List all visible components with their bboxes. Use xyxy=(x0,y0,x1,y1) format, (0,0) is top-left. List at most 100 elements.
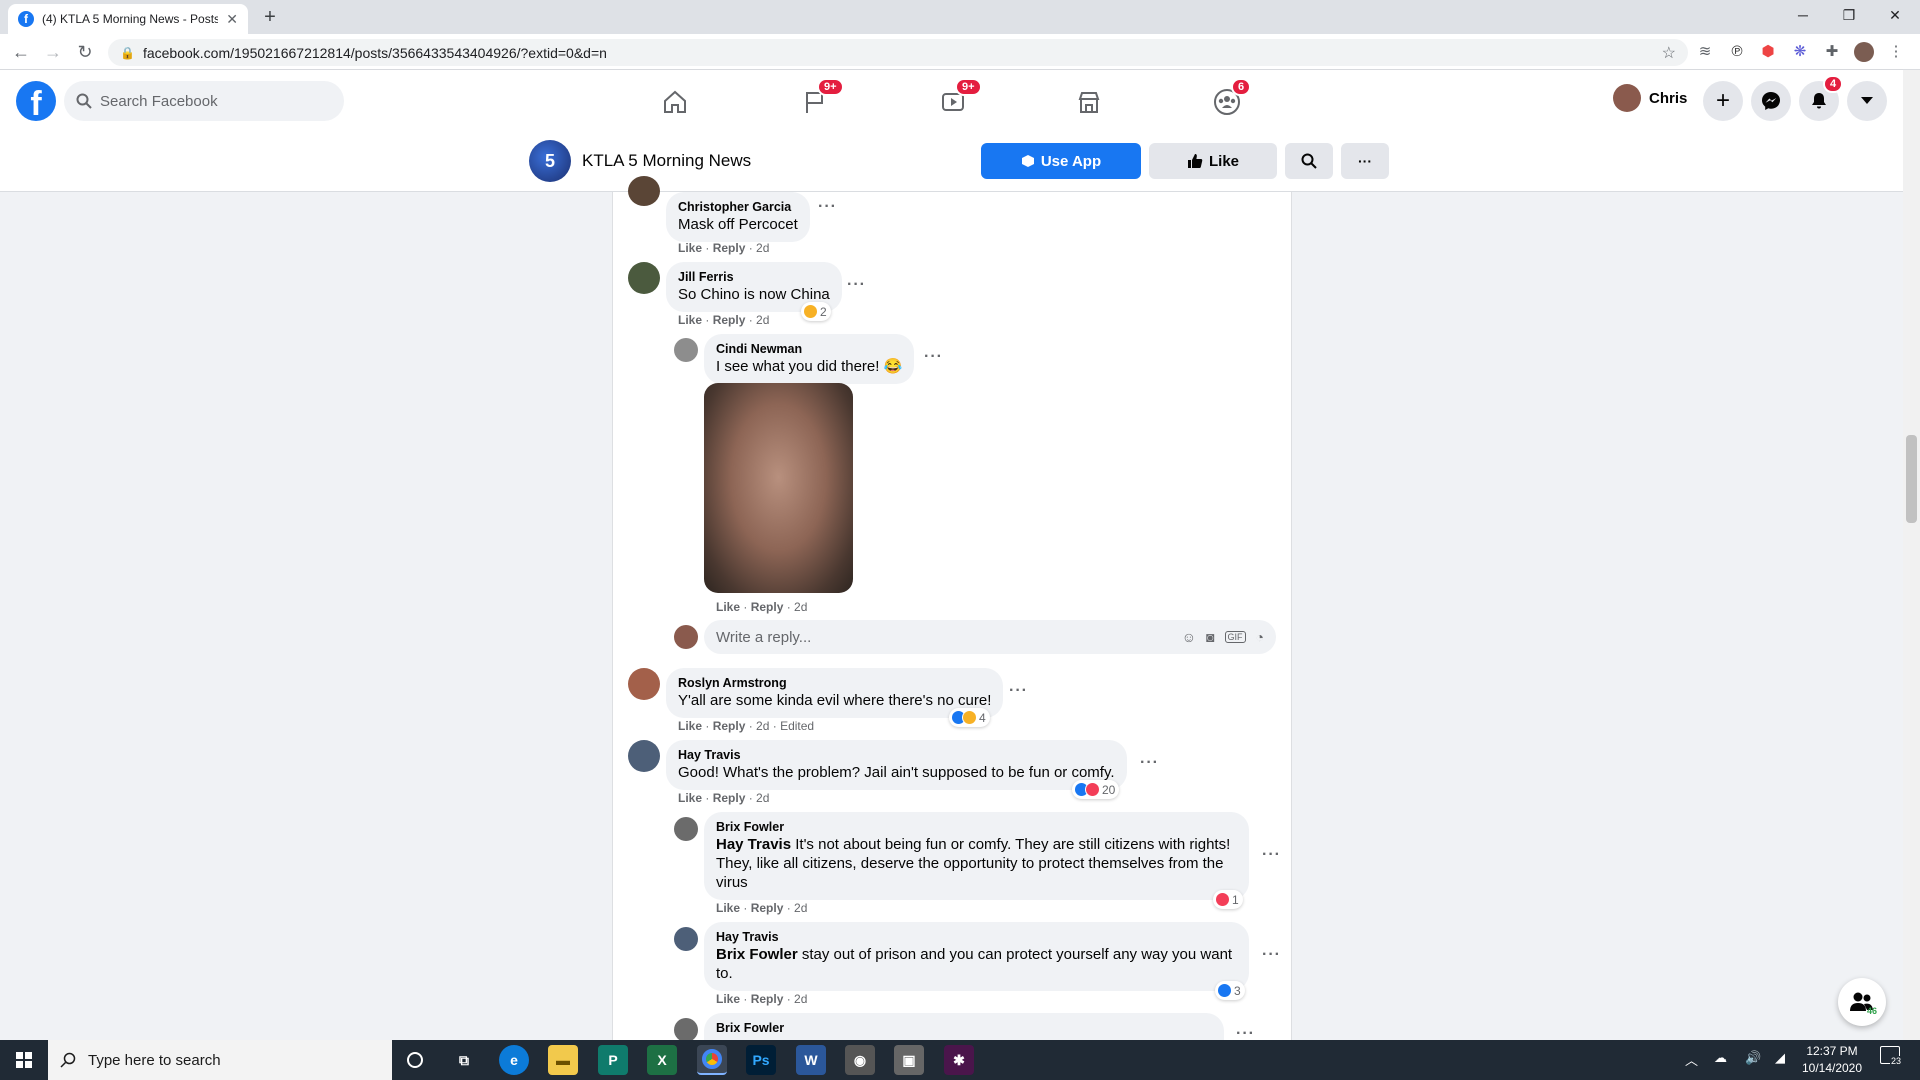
facebook-search-input[interactable]: Search Facebook xyxy=(64,81,344,121)
windows-start-button[interactable] xyxy=(0,1040,48,1080)
commenter-name[interactable]: Brix Fowler xyxy=(716,1020,1212,1036)
commenter-avatar[interactable] xyxy=(628,668,660,700)
create-button[interactable]: + xyxy=(1703,81,1743,121)
sticker-icon[interactable]: ◔ xyxy=(1256,629,1264,645)
page-logo[interactable]: 5 xyxy=(529,140,571,182)
pages-nav-icon[interactable]: 9+ xyxy=(795,78,844,122)
app-icon[interactable]: ◉ xyxy=(845,1045,875,1075)
cortana-icon[interactable] xyxy=(400,1045,430,1075)
edge-icon[interactable]: e xyxy=(499,1045,529,1075)
new-tab-button[interactable]: + xyxy=(258,5,282,29)
reaction-count[interactable]: 4 xyxy=(949,708,990,727)
comment-options-icon[interactable]: ··· xyxy=(1009,682,1028,700)
comment-options-icon[interactable]: ··· xyxy=(924,348,943,366)
word-icon[interactable]: W xyxy=(796,1045,826,1075)
snowflake-extension-icon[interactable]: ❋ xyxy=(1790,42,1810,62)
reply-link[interactable]: Reply xyxy=(713,719,746,733)
reply-link[interactable]: Reply xyxy=(751,901,784,915)
like-comment-link[interactable]: Like xyxy=(678,791,702,805)
taskbar-search-input[interactable]: Type here to search xyxy=(48,1040,392,1080)
comment-time[interactable]: 2d xyxy=(794,600,807,614)
comment-gif-image[interactable] xyxy=(704,383,853,593)
commenter-avatar[interactable] xyxy=(674,1018,698,1042)
facebook-logo-icon[interactable]: f xyxy=(16,81,56,123)
photoshop-icon[interactable]: Ps xyxy=(746,1045,776,1075)
page-more-button[interactable]: ··· xyxy=(1341,143,1389,179)
comment-options-icon[interactable]: ··· xyxy=(1236,1025,1255,1039)
home-nav-icon[interactable] xyxy=(655,82,695,122)
contacts-chat-button[interactable]: 46 xyxy=(1838,978,1886,1026)
comment-options-icon[interactable]: ··· xyxy=(1262,846,1281,864)
reply-link[interactable]: Reply xyxy=(751,992,784,1006)
slack-icon[interactable]: ✱ xyxy=(944,1045,974,1075)
commenter-avatar[interactable] xyxy=(628,740,660,772)
camera-icon[interactable]: ◙ xyxy=(1206,629,1214,645)
emoji-icon[interactable]: ☺ xyxy=(1182,629,1196,645)
commenter-name[interactable]: Jill Ferris xyxy=(678,269,830,285)
comment-time[interactable]: 2d xyxy=(794,992,807,1006)
comment-time[interactable]: 2d xyxy=(756,791,769,805)
minimize-button[interactable]: ─ xyxy=(1780,0,1826,32)
excel-icon[interactable]: X xyxy=(647,1045,677,1075)
commenter-name[interactable]: Brix Fowler xyxy=(716,819,1237,835)
mention-link[interactable]: Hay Travis xyxy=(716,836,791,853)
edited-label[interactable]: Edited xyxy=(780,719,814,733)
tray-chevron-icon[interactable]: ︿ xyxy=(1685,1050,1698,1069)
chrome-icon[interactable] xyxy=(697,1045,727,1075)
reaction-count[interactable]: 2 xyxy=(801,302,831,321)
reply-link[interactable]: Reply xyxy=(751,600,784,614)
close-tab-icon[interactable]: ✕ xyxy=(226,11,238,28)
app-icon[interactable]: ▣ xyxy=(894,1045,924,1075)
address-bar[interactable]: 🔒 facebook.com/195021667212814/posts/356… xyxy=(108,39,1688,66)
messenger-button[interactable] xyxy=(1751,81,1791,121)
comment-time[interactable]: 2d xyxy=(756,241,769,255)
reaction-count[interactable]: 3 xyxy=(1215,981,1245,1000)
profile-avatar-icon[interactable] xyxy=(1854,42,1874,62)
profile-shortcut[interactable]: Chris xyxy=(1613,84,1687,112)
back-button[interactable]: ← xyxy=(9,40,33,64)
like-comment-link[interactable]: Like xyxy=(716,600,740,614)
comment-time[interactable]: 2d xyxy=(756,719,769,733)
comment-options-icon[interactable]: ··· xyxy=(818,198,837,216)
like-comment-link[interactable]: Like xyxy=(716,901,740,915)
comment-options-icon[interactable]: ··· xyxy=(1140,754,1159,772)
commenter-avatar[interactable] xyxy=(628,176,660,206)
use-app-button[interactable]: Use App xyxy=(981,143,1141,179)
browser-menu-icon[interactable]: ⋮ xyxy=(1886,42,1906,62)
comment-time[interactable]: 2d xyxy=(794,901,807,915)
reply-input[interactable]: Write a reply... ☺ ◙ GIF ◔ xyxy=(704,620,1276,654)
like-comment-link[interactable]: Like xyxy=(716,992,740,1006)
browser-tab[interactable]: f (4) KTLA 5 Morning News - Posts ✕ xyxy=(8,4,248,34)
comment-options-icon[interactable]: ··· xyxy=(847,276,866,294)
onedrive-icon[interactable]: ☁ xyxy=(1714,1050,1727,1066)
page-name[interactable]: KTLA 5 Morning News xyxy=(582,151,751,171)
account-menu-button[interactable] xyxy=(1847,81,1887,121)
commenter-name[interactable]: Roslyn Armstrong xyxy=(678,675,991,691)
restore-button[interactable]: ❐ xyxy=(1826,0,1872,32)
layers-extension-icon[interactable]: ≋ xyxy=(1695,42,1715,62)
commenter-avatar[interactable] xyxy=(628,262,660,294)
like-page-button[interactable]: Like xyxy=(1149,143,1277,179)
comment-options-icon[interactable]: ··· xyxy=(1262,946,1281,964)
commenter-name[interactable]: Hay Travis xyxy=(678,747,1115,763)
page-search-button[interactable] xyxy=(1285,143,1333,179)
volume-icon[interactable]: 🔊 xyxy=(1745,1050,1761,1066)
marketplace-nav-icon[interactable] xyxy=(1069,82,1109,122)
bookmark-star-icon[interactable]: ☆ xyxy=(1662,43,1676,63)
page-scrollbar[interactable] xyxy=(1903,70,1920,1040)
scrollbar-thumb[interactable] xyxy=(1906,435,1917,523)
groups-nav-icon[interactable]: 6 xyxy=(1207,78,1252,122)
task-view-icon[interactable]: ⧉ xyxy=(449,1045,479,1075)
commenter-avatar[interactable] xyxy=(674,817,698,841)
puzzle-extensions-icon[interactable]: ✚ xyxy=(1822,42,1842,62)
publisher-icon[interactable]: P xyxy=(598,1045,628,1075)
commenter-avatar[interactable] xyxy=(674,338,698,362)
reply-link[interactable]: Reply xyxy=(713,241,746,255)
gif-icon[interactable]: GIF xyxy=(1224,631,1246,643)
network-icon[interactable]: ◢ xyxy=(1775,1050,1785,1066)
reply-link[interactable]: Reply xyxy=(713,313,746,327)
mention-link[interactable]: Brix Fowler xyxy=(716,946,798,963)
reload-button[interactable]: ↻ xyxy=(73,40,97,64)
like-comment-link[interactable]: Like xyxy=(678,719,702,733)
commenter-name[interactable]: Cindi Newman xyxy=(716,341,902,357)
